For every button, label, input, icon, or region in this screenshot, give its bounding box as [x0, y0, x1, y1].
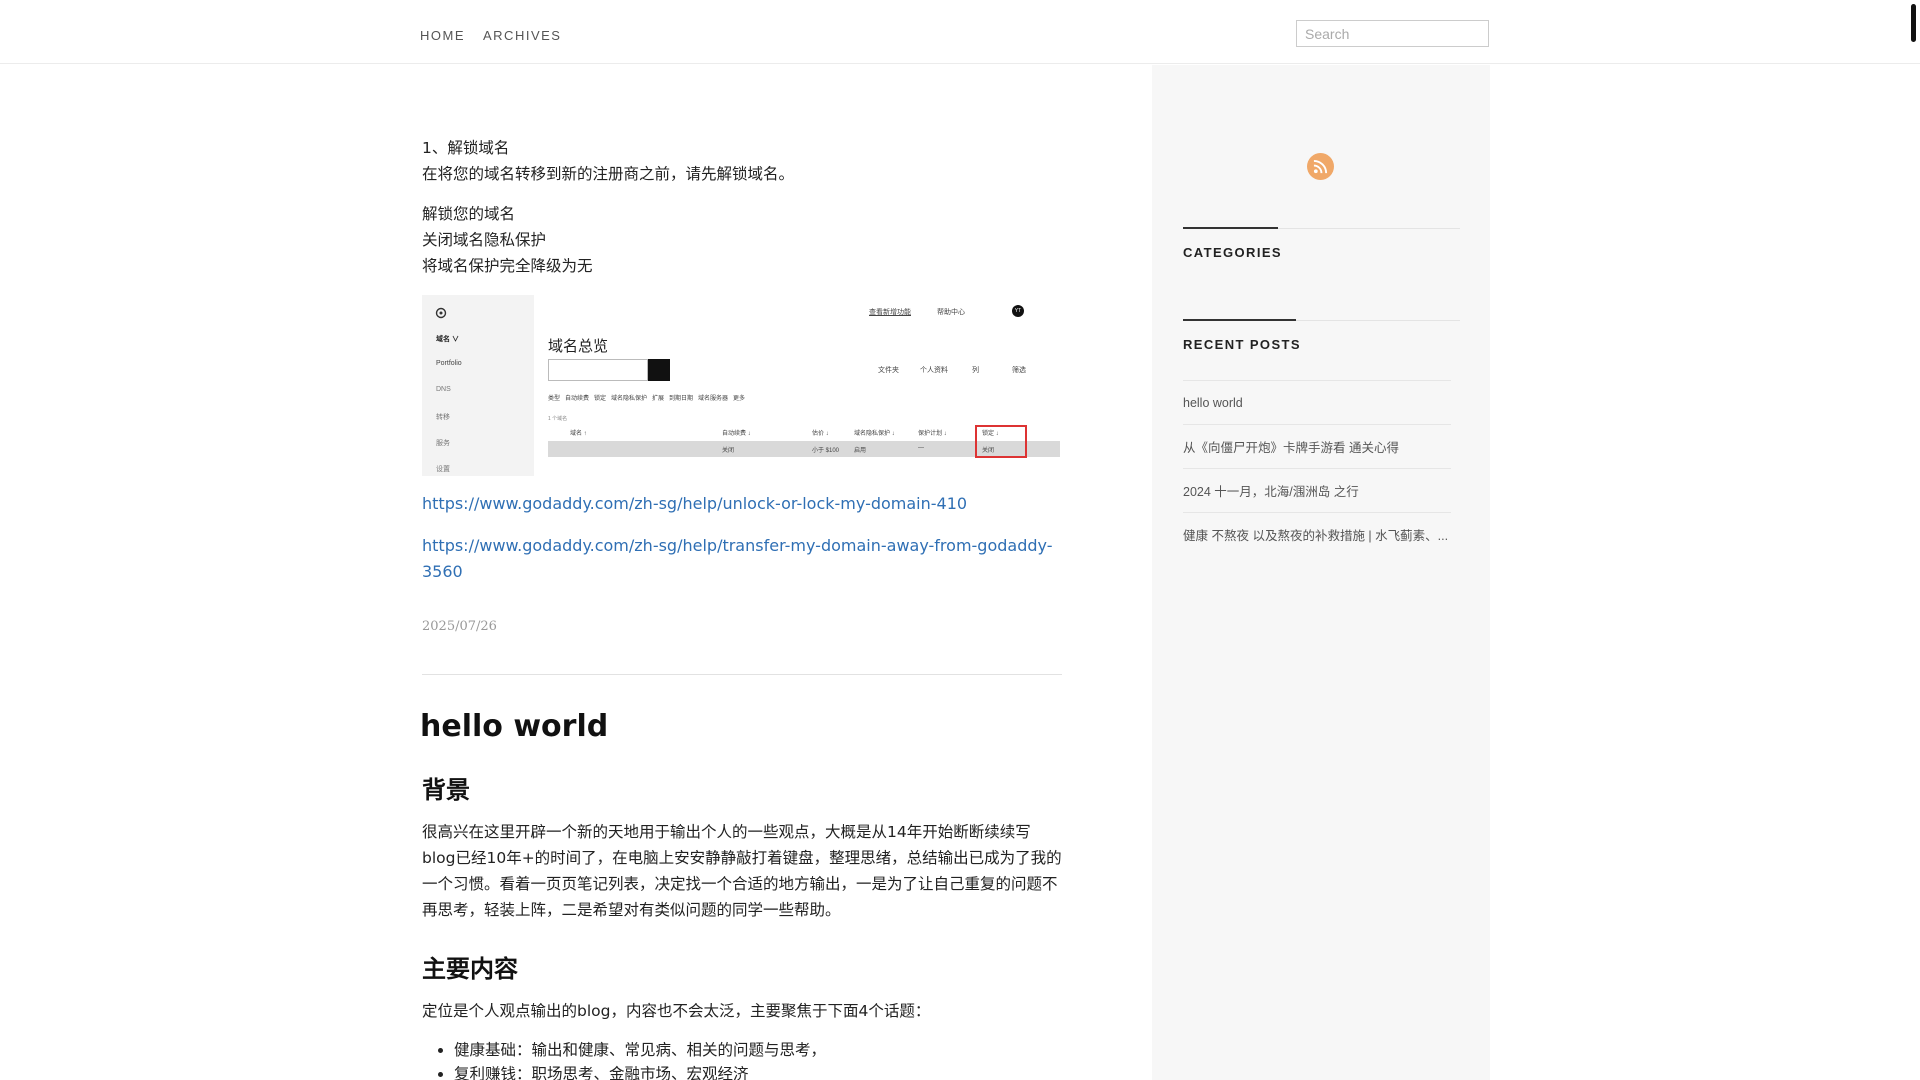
screenshot-menu-portfolio: Portfolio	[436, 360, 462, 367]
screenshot-search-button	[648, 359, 670, 381]
site-header: HOME ARCHIVES	[0, 0, 1920, 64]
screenshot-filter-chips: 类型 自动续费 锁定 域名隐私保护 扩展 到期日期 域名服务器 更多	[548, 396, 746, 402]
post-transfer-domain: 1、解锁域名 在将您的域名转移到新的注册商之前，请先解锁域名。 解锁您的域名 关…	[422, 135, 1062, 634]
screenshot-row-renew: 关闭	[722, 448, 735, 454]
screenshot-whats-new-link: 查看新增功能	[869, 309, 911, 316]
screenshot-search-input	[548, 359, 648, 381]
main-content: 1、解锁域名 在将您的域名转移到新的注册商之前，请先解锁域名。 解锁您的域名 关…	[420, 135, 1062, 1080]
search-input[interactable]	[1296, 20, 1489, 47]
screenshot-profile: 个人资料	[920, 367, 948, 374]
screenshot-count: 1 个域名	[548, 416, 568, 422]
list-item: 2024 十一月，北海/涠洲岛 之行	[1183, 468, 1451, 512]
main-nav: HOME ARCHIVES	[420, 28, 561, 43]
screenshot-title: 域名总览	[548, 338, 609, 355]
screenshot-filter: 筛选	[1012, 367, 1026, 374]
background-paragraph: 很高兴在这里开辟一个新的天地用于输出个人的一些观点，大概是从14年开始断断续续写…	[422, 823, 1062, 919]
screenshot-lock-highlight	[975, 425, 1027, 458]
scrollbar-thumb[interactable]	[1911, 4, 1916, 42]
nav-home-link[interactable]: HOME	[420, 28, 465, 43]
screenshot-columns: 列	[972, 367, 979, 374]
list-item: 从《向僵尸开炮》卡牌手游看 通关心得	[1183, 424, 1451, 468]
screenshot-row-plan: —	[918, 445, 924, 451]
screenshot-avatar: YT	[1012, 305, 1024, 317]
list-item: hello world	[1183, 380, 1451, 424]
rss-glyph	[1313, 159, 1328, 174]
recent-post-link[interactable]: 从《向僵尸开炮》卡牌手游看 通关心得	[1183, 437, 1399, 456]
screenshot-menu-dns: DNS	[436, 386, 451, 393]
screenshot-col-name: 域名 ↑	[570, 431, 587, 437]
section-heading-main-content: 主要内容	[422, 955, 518, 983]
topics-list: 健康基础：输出和健康、常见病、相关的问题与思考， 复利赚钱：职场思考、金融市场、…	[422, 1038, 1062, 1080]
post-text: 解锁您的域名	[422, 205, 516, 223]
screenshot-col-plan: 保护计划 ↓	[918, 431, 947, 437]
post-text: 在将您的域名转移到新的注册商之前，请先解锁域名。	[422, 165, 795, 183]
screenshot-help: 帮助中心	[937, 309, 965, 316]
widget-title-underline	[1183, 319, 1296, 321]
recent-post-link[interactable]: hello world	[1183, 396, 1243, 410]
post-text: 关闭域名隐私保护	[422, 231, 547, 249]
list-item: 复利赚钱：职场思考、金融市场、宏观经济	[454, 1062, 1062, 1080]
recent-post-link[interactable]: 2024 十一月，北海/涠洲岛 之行	[1183, 481, 1359, 500]
post-hello-world: hello world 背景 很高兴在这里开辟一个新的天地用于输出个人的一些观点…	[420, 709, 1062, 1080]
screenshot-menu-transfer: 转移	[436, 414, 450, 421]
unlock-domain-help-link[interactable]: https://www.godaddy.com/zh-sg/help/unloc…	[422, 491, 1062, 517]
post-date: 2025/07/26	[422, 619, 497, 634]
main-content-paragraph: 定位是个人观点输出的blog，内容也不会太泛，主要聚焦于下面4个话题：	[422, 1002, 931, 1020]
screenshot-menu-service: 服务	[436, 440, 450, 447]
screenshot-col-value: 估价 ↓	[812, 431, 829, 437]
recent-posts-list: hello world 从《向僵尸开炮》卡牌手游看 通关心得 2024 十一月，…	[1183, 380, 1451, 556]
section-heading-background: 背景	[422, 776, 470, 804]
list-item: 健康 不熬夜 以及熬夜的补救措施 | 水飞蓟素、...	[1183, 512, 1451, 556]
screenshot-col-privacy: 域名隐私保护 ↓	[854, 431, 895, 437]
widget-title-underline	[1183, 227, 1278, 229]
screenshot-menu-domain: 域名 ∨	[436, 336, 459, 343]
recent-post-link[interactable]: 健康 不熬夜 以及熬夜的补救措施 | 水飞蓟素、...	[1183, 525, 1448, 544]
sidebar: CATEGORIES RECENT POSTS hello world 从《向僵…	[1152, 65, 1490, 1080]
post-text: 1、解锁域名	[422, 139, 510, 157]
screenshot-row-privacy: 启用	[854, 448, 867, 454]
screenshot-folder: 文件夹	[878, 367, 899, 374]
transfer-domain-help-link[interactable]: https://www.godaddy.com/zh-sg/help/trans…	[422, 533, 1062, 585]
list-item: 健康基础：输出和健康、常见病、相关的问题与思考，	[454, 1038, 1062, 1062]
screenshot-col-renew: 自动续费 ↓	[722, 431, 751, 437]
domain-overview-screenshot: 域名 ∨ Portfolio DNS 转移 服务 设置 查看新增功能 帮助中心 …	[422, 295, 1060, 476]
rss-icon[interactable]	[1307, 153, 1334, 180]
post-text: 将域名保护完全降级为无	[422, 257, 593, 275]
nav-archives-link[interactable]: ARCHIVES	[483, 28, 561, 43]
categories-widget: CATEGORIES	[1183, 227, 1460, 260]
post-title[interactable]: hello world	[420, 709, 1062, 744]
recent-posts-title: RECENT POSTS	[1183, 337, 1301, 352]
screenshot-row-value: 小于 $100	[812, 448, 840, 454]
post-divider	[422, 674, 1062, 675]
godaddy-logo-icon	[435, 307, 447, 319]
categories-title: CATEGORIES	[1183, 245, 1282, 260]
screenshot-menu-settings: 设置	[436, 466, 450, 473]
recent-posts-widget: RECENT POSTS hello world 从《向僵尸开炮》卡牌手游看 通…	[1183, 319, 1460, 556]
